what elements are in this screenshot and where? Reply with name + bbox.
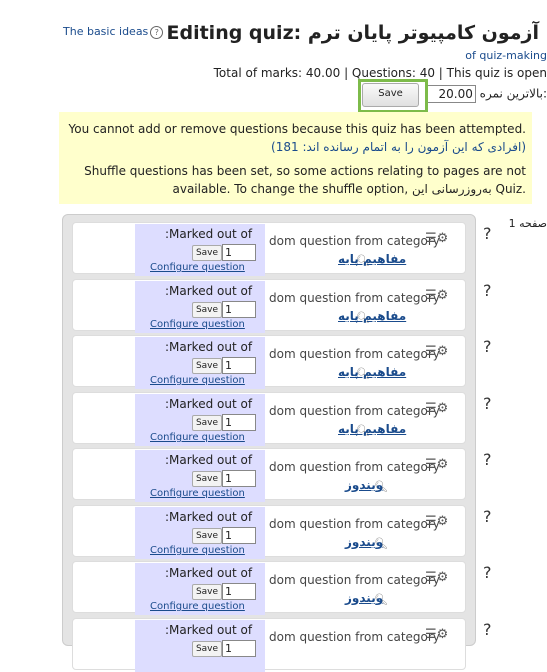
random-question-text: dom question from category: [269, 460, 440, 474]
mark-input[interactable]: 1: [222, 357, 256, 374]
notice-line-3: Shuffle questions has been set, so some …: [84, 164, 526, 178]
configure-question-link[interactable]: Configure question: [150, 432, 245, 443]
question-slot: [72, 392, 466, 444]
mark-save-button[interactable]: Save: [192, 641, 222, 657]
mark-input[interactable]: 1: [222, 244, 256, 261]
random-question-text: dom question from category: [269, 404, 440, 418]
marked-out-of-label: :Marked out of: [165, 453, 253, 467]
question-help-icon[interactable]: ?: [483, 281, 492, 300]
configure-question-link[interactable]: Configure question: [150, 375, 245, 386]
mark-save-button[interactable]: Save: [192, 584, 222, 600]
marked-out-of-label: :Marked out of: [165, 227, 253, 241]
category-link[interactable]: مفاهیم پایه: [338, 309, 406, 323]
page-title: Editing quiz: آزمون کامپیوتر پایان ترم: [166, 22, 540, 44]
help-link[interactable]: The basic ideas?: [63, 25, 164, 39]
random-question-text: dom question from category: [269, 234, 440, 248]
max-grade-row: 20.00 بالاترین نمره:: [425, 85, 547, 103]
category-link[interactable]: مفاهیم پایه: [338, 422, 406, 436]
question-slot: [72, 448, 466, 500]
question-slot: [72, 561, 466, 613]
marked-out-of-label: :Marked out of: [165, 566, 253, 580]
random-question-text: dom question from category: [269, 630, 440, 644]
question-slot: [72, 279, 466, 331]
question-help-icon[interactable]: ?: [483, 563, 492, 582]
save-max-grade-button[interactable]: Save: [362, 83, 419, 107]
question-help-icon[interactable]: ?: [483, 620, 492, 639]
category-link[interactable]: مفاهیم پایه: [338, 365, 406, 379]
notice-line-1: You cannot add or remove questions becau…: [68, 122, 527, 136]
random-question-text: dom question from category: [269, 291, 440, 305]
question-help-icon[interactable]: ?: [483, 450, 492, 469]
question-slot: [72, 505, 466, 557]
configure-question-link[interactable]: Configure question: [150, 545, 245, 556]
configure-question-link[interactable]: Configure question: [150, 262, 245, 273]
page-title-row: Editing quiz: آزمون کامپیوتر پایان ترم: [167, 22, 540, 44]
question-type-icon: ☰⚙: [425, 627, 449, 642]
help-icon[interactable]: ?: [150, 26, 164, 39]
marked-out-of-label: :Marked out of: [165, 397, 253, 411]
mark-save-button[interactable]: Save: [192, 415, 222, 431]
configure-question-link[interactable]: Configure question: [150, 601, 245, 612]
mark-input[interactable]: 1: [222, 470, 256, 487]
mark-input[interactable]: 1: [222, 583, 256, 600]
question-type-icon: ☰⚙: [425, 514, 449, 529]
question-type-icon: ☰⚙: [425, 288, 449, 303]
marked-out-of-label: :Marked out of: [165, 284, 253, 298]
notice-line-4: available. To change the shuffle option,…: [172, 182, 526, 196]
question-help-icon[interactable]: ?: [483, 507, 492, 526]
marked-out-of-label: :Marked out of: [165, 340, 253, 354]
mark-save-button[interactable]: Save: [192, 528, 222, 544]
question-slot: [72, 618, 466, 670]
mark-save-button[interactable]: Save: [192, 358, 222, 374]
question-type-icon: ☰⚙: [425, 344, 449, 359]
marks-summary: Total of marks: 40.00 | Questions: 40 | …: [213, 66, 547, 80]
max-grade-input[interactable]: 20.00: [425, 85, 476, 103]
category-link[interactable]: ویندوز: [345, 591, 383, 605]
notice-line-2: (افرادی که این آزمون را به اتمام رسانده …: [271, 140, 526, 154]
category-link[interactable]: ویندوز: [345, 535, 383, 549]
question-type-icon: ☰⚙: [425, 231, 449, 246]
configure-question-link[interactable]: Configure question: [150, 319, 245, 330]
question-type-icon: ☰⚙: [425, 401, 449, 416]
question-slot: [72, 335, 466, 387]
question-type-icon: ☰⚙: [425, 570, 449, 585]
random-question-text: dom question from category: [269, 517, 440, 531]
help-link-continued[interactable]: of quiz-making: [465, 49, 547, 62]
marked-out-of-label: :Marked out of: [165, 623, 253, 637]
mark-input[interactable]: 1: [222, 414, 256, 431]
question-type-icon: ☰⚙: [425, 457, 449, 472]
mark-save-button[interactable]: Save: [192, 471, 222, 487]
mark-input[interactable]: 1: [222, 527, 256, 544]
max-grade-label: بالاترین نمره:: [479, 86, 547, 101]
category-link[interactable]: ویندوز: [345, 478, 383, 492]
question-help-icon[interactable]: ?: [483, 224, 492, 243]
question-help-icon[interactable]: ?: [483, 394, 492, 413]
random-question-text: dom question from category: [269, 347, 440, 361]
mark-save-button[interactable]: Save: [192, 302, 222, 318]
category-link[interactable]: مفاهیم پایه: [338, 252, 406, 266]
random-question-text: dom question from category: [269, 573, 440, 587]
notice-box: You cannot add or remove questions becau…: [59, 112, 532, 204]
page-label: صفحه 1: [508, 217, 547, 230]
configure-question-link[interactable]: Configure question: [150, 488, 245, 499]
question-slot: [72, 222, 466, 274]
marked-out-of-label: :Marked out of: [165, 510, 253, 524]
mark-input[interactable]: 1: [222, 301, 256, 318]
mark-save-button[interactable]: Save: [192, 245, 222, 261]
question-help-icon[interactable]: ?: [483, 337, 492, 356]
